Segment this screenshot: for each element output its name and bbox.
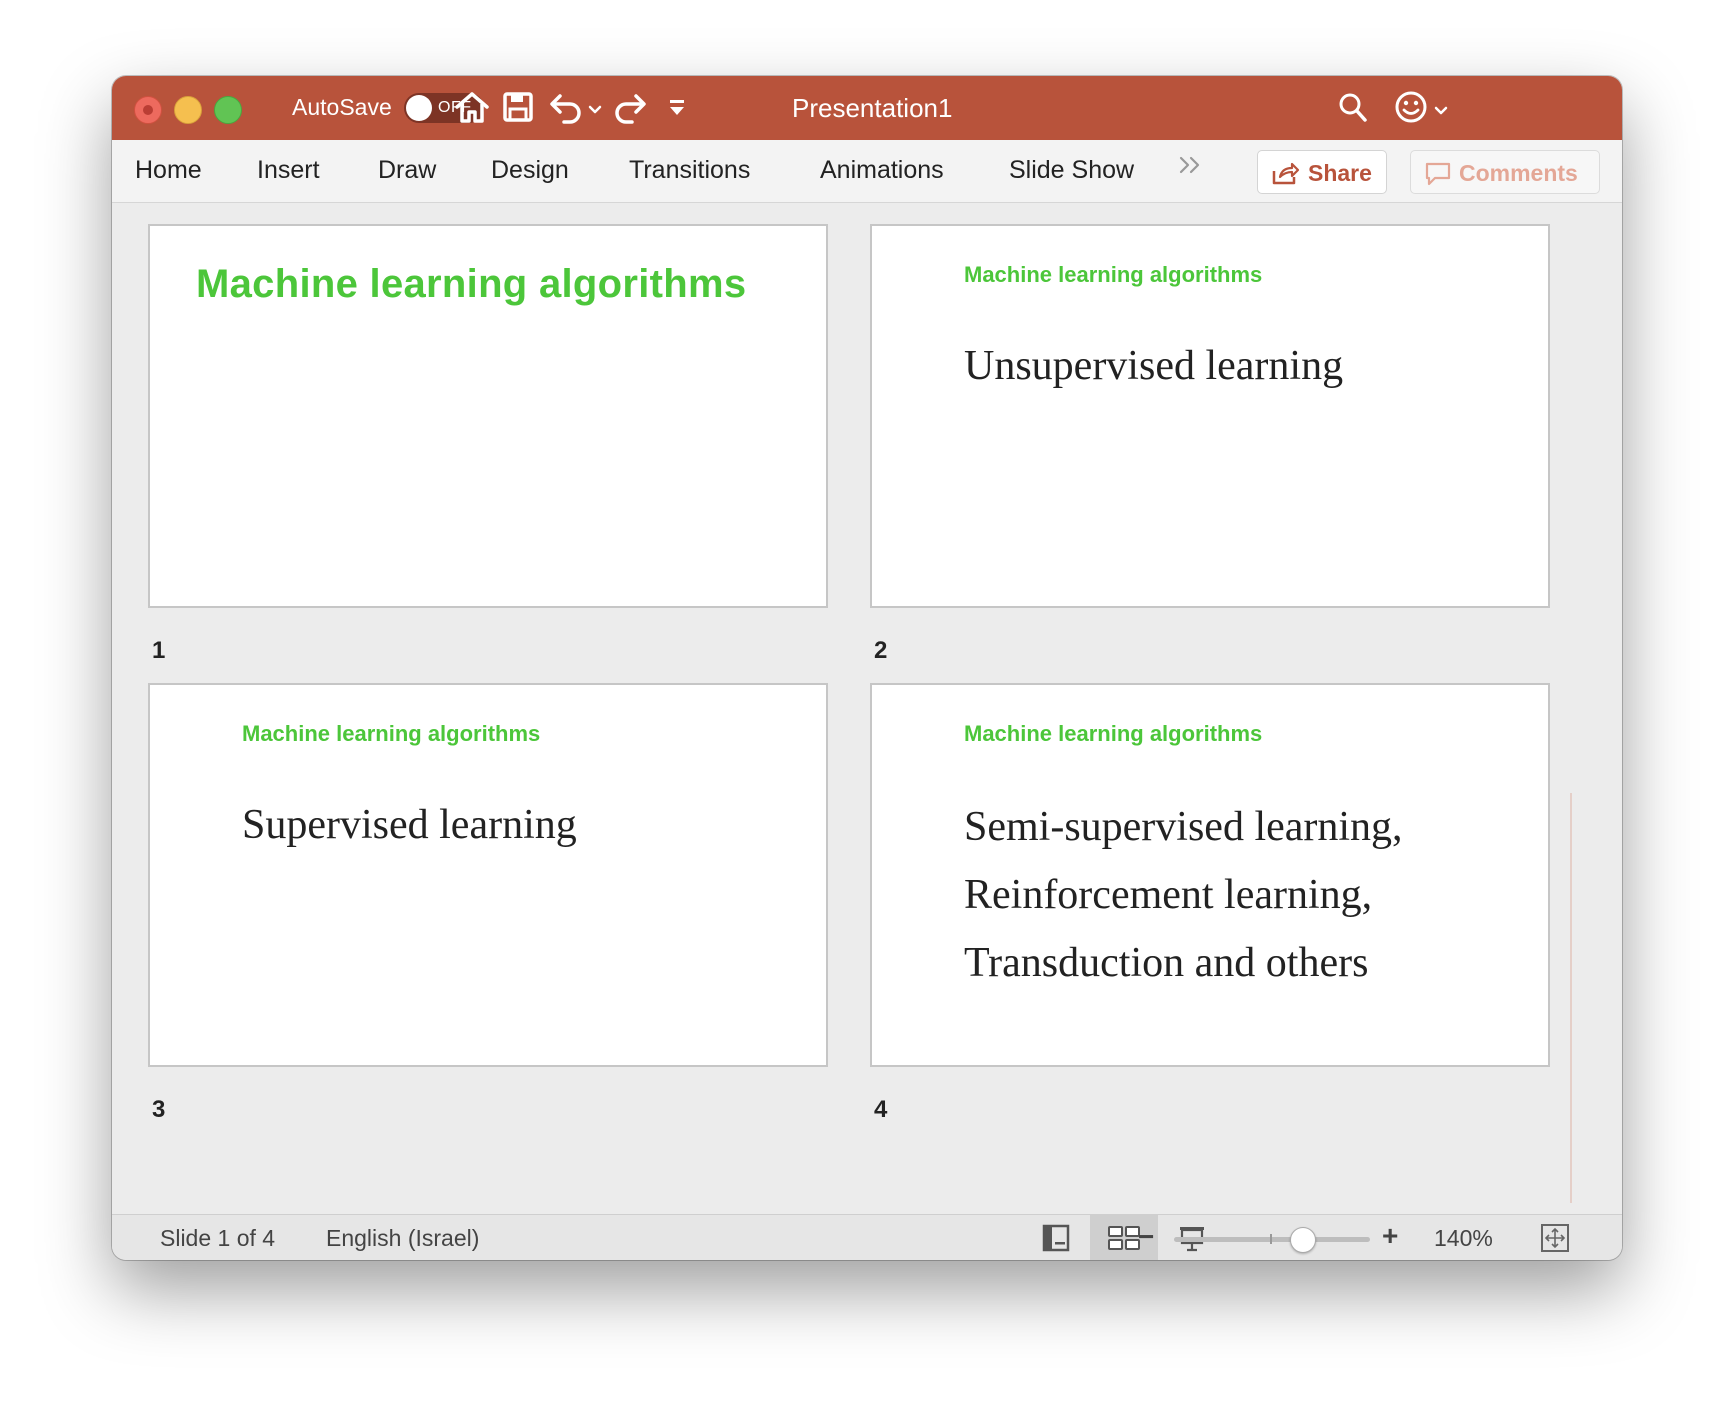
tab-insert[interactable]: Insert [257,156,320,185]
feedback-chevron-icon[interactable] [1434,103,1448,121]
title-bar: AutoSave OFF Presentation1 [112,76,1622,140]
normal-view-icon [1042,1224,1070,1252]
status-bar: Slide 1 of 4 English (Israel) − + 140% [112,1214,1622,1260]
redo-icon[interactable] [612,90,648,129]
slide-title: Machine learning algorithms [964,721,1263,746]
slide-thumbnail-2[interactable]: Machine learning algorithms Unsupervised… [870,224,1550,608]
vertical-scrollbar[interactable] [1570,793,1572,1203]
fit-to-window-icon[interactable] [1540,1223,1570,1258]
slide-number: 3 [152,1096,166,1123]
slide-body-line: Semi-supervised learning, [964,804,1403,850]
slide-body-line: Reinforcement learning, [964,872,1373,918]
autosave-label: AutoSave [292,94,392,120]
slide-sorter-view: Machine learning algorithms 1 Machine le… [112,203,1622,1260]
powerpoint-window: AutoSave OFF Presentation1 Home Insert D… [112,76,1622,1260]
zoom-slider-track[interactable] [1174,1237,1370,1242]
tab-home[interactable]: Home [135,156,202,185]
slide-title: Machine learning algorithms [196,262,747,306]
slide-thumbnail-4[interactable]: Machine learning algorithms Semi-supervi… [870,683,1550,1067]
tab-design[interactable]: Design [491,156,569,185]
share-icon [1272,162,1300,185]
slide-number: 4 [874,1096,888,1123]
maximize-window-button[interactable] [214,96,242,124]
customize-toolbar-icon[interactable] [668,98,686,123]
slide-thumbnail-3[interactable]: Machine learning algorithms Supervised l… [148,683,828,1067]
more-tabs-chevron-icon[interactable] [1178,152,1204,183]
comments-button-label: Comments [1459,160,1578,186]
autosave-toggle-knob [406,95,432,121]
zoom-in-button[interactable]: + [1382,1220,1398,1252]
zoom-slider-center-tick [1270,1234,1272,1244]
undo-icon[interactable] [548,90,584,129]
slide-body-text: Unsupervised learning [964,343,1344,389]
save-icon[interactable] [502,90,534,129]
close-window-button[interactable] [134,96,162,124]
slide-title: Machine learning algorithms [242,721,541,746]
document-title: Presentation1 [792,93,953,123]
tab-transitions[interactable]: Transitions [629,156,750,185]
zoom-level[interactable]: 140% [1434,1225,1493,1252]
slide-number: 2 [874,637,888,664]
zoom-slider-thumb[interactable] [1290,1227,1316,1253]
tab-animations[interactable]: Animations [820,156,944,185]
slide-title: Machine learning algorithms [964,262,1263,287]
comments-button[interactable]: Comments [1410,150,1600,194]
zoom-out-button[interactable]: − [1138,1221,1154,1253]
slide-body-text: Supervised learning [242,802,577,848]
ribbon-tab-bar: Home Insert Draw Design Transitions Anim… [112,140,1622,203]
slide-number: 1 [152,637,166,664]
comment-icon [1425,162,1451,186]
slide-sorter-icon [1108,1226,1140,1250]
slide-body-line: Transduction and others [964,940,1369,986]
feedback-smiley-icon[interactable] [1394,90,1428,129]
tab-draw[interactable]: Draw [378,156,436,185]
minimize-window-button[interactable] [174,96,202,124]
language-status[interactable]: English (Israel) [326,1225,479,1252]
home-icon[interactable] [454,90,490,129]
slide-thumbnail-1[interactable]: Machine learning algorithms [148,224,828,608]
slide-position-status: Slide 1 of 4 [160,1225,276,1251]
undo-dropdown-chevron-icon[interactable] [588,102,602,120]
share-button-label: Share [1308,160,1372,186]
slide-body-text: Semi-supervised learning, Reinforcement … [964,793,1403,997]
share-button[interactable]: Share [1257,150,1387,194]
normal-view-button[interactable] [1022,1215,1090,1260]
search-icon[interactable] [1338,92,1368,129]
tab-slide-show[interactable]: Slide Show [1009,156,1134,185]
